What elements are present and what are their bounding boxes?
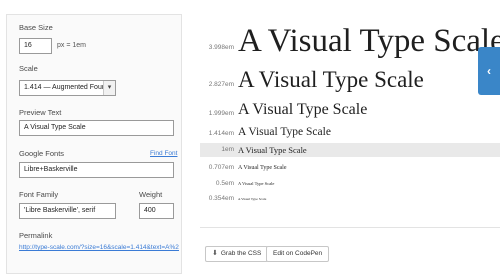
scale-size-label: 0.354em <box>208 195 234 202</box>
permalink-label: Permalink <box>19 231 53 240</box>
find-font-link[interactable]: Find Font <box>150 150 177 157</box>
scale-sample-text: A Visual Type Scale <box>238 165 287 171</box>
font-family-input[interactable]: 'Libre Baskerville', serif <box>19 203 116 219</box>
grab-css-label: Grab the CSS <box>220 250 262 257</box>
permalink-link[interactable]: http://type-scale.com/?size=16&scale=1.4… <box>19 244 179 251</box>
scale-sample-text: A Visual Type Scale <box>238 67 424 92</box>
scale-size-label: 2.827em <box>208 81 234 88</box>
scale-select[interactable]: 1.414 — Augmented Fourth ▾ <box>19 80 116 96</box>
scale-row: 0.707em A Visual Type Scale <box>200 162 500 174</box>
scale-size-label: 0.707em <box>208 164 234 171</box>
chevron-left-icon: ‹ <box>487 64 491 78</box>
weight-label: Weight <box>139 190 163 199</box>
scale-row: 3.998em A Visual Type Scale <box>200 22 500 62</box>
google-fonts-input[interactable]: Libre+Baskerville <box>19 162 174 178</box>
download-icon: ⬇ <box>212 250 218 257</box>
scale-sample-text: A Visual Type Scale <box>238 197 267 201</box>
scale-sample-text: A Visual Type Scale <box>238 101 368 118</box>
type-scale-preview: 3.998em A Visual Type Scale 2.827em A Vi… <box>200 0 500 225</box>
preview-text-input[interactable]: A Visual Type Scale <box>19 120 174 136</box>
font-family-label: Font Family <box>19 190 59 199</box>
base-size-label: Base Size <box>19 23 53 32</box>
google-fonts-label: Google Fonts <box>19 149 65 158</box>
grab-css-button[interactable]: ⬇ Grab the CSS <box>205 246 269 262</box>
scale-row: 0.354em A Visual Type Scale <box>200 193 500 205</box>
preview-text-label: Preview Text <box>19 108 62 117</box>
base-size-input[interactable]: 16 <box>19 38 52 54</box>
scale-row: 2.827em A Visual Type Scale <box>200 67 500 93</box>
scale-row: 0.5em A Visual Type Scale <box>200 178 500 190</box>
scale-sample-text: A Visual Type Scale <box>238 126 331 138</box>
scale-label: Scale <box>19 64 38 73</box>
scale-size-label: 1.414em <box>208 130 234 137</box>
weight-input[interactable]: 400 <box>139 203 174 219</box>
scale-row: 1.414em A Visual Type Scale <box>200 124 500 140</box>
base-size-hint: px = 1em <box>57 42 86 49</box>
scale-size-label: 1em <box>221 146 234 153</box>
scale-sample-text: A Visual Type Scale <box>238 23 500 59</box>
scale-size-label: 0.5em <box>215 180 234 187</box>
scale-row-highlighted: 1em A Visual Type Scale <box>200 143 500 157</box>
scale-sample-text: A Visual Type Scale <box>238 145 307 155</box>
scale-size-label: 1.999em <box>208 110 234 117</box>
side-panel-toggle[interactable]: ‹ <box>478 47 500 95</box>
chevron-down-icon: ▾ <box>103 81 115 95</box>
scale-sample-text: A Visual Type Scale <box>238 181 275 186</box>
scale-row: 1.999em A Visual Type Scale <box>200 100 500 120</box>
edit-codepen-label: Edit on CodePen <box>273 250 323 257</box>
scale-select-value: 1.414 — Augmented Fourth <box>24 84 110 91</box>
settings-panel: Base Size 16 px = 1em Scale 1.414 — Augm… <box>6 14 182 274</box>
scale-size-label: 3.998em <box>208 44 234 51</box>
edit-codepen-button[interactable]: Edit on CodePen <box>266 246 330 262</box>
divider <box>200 227 500 228</box>
